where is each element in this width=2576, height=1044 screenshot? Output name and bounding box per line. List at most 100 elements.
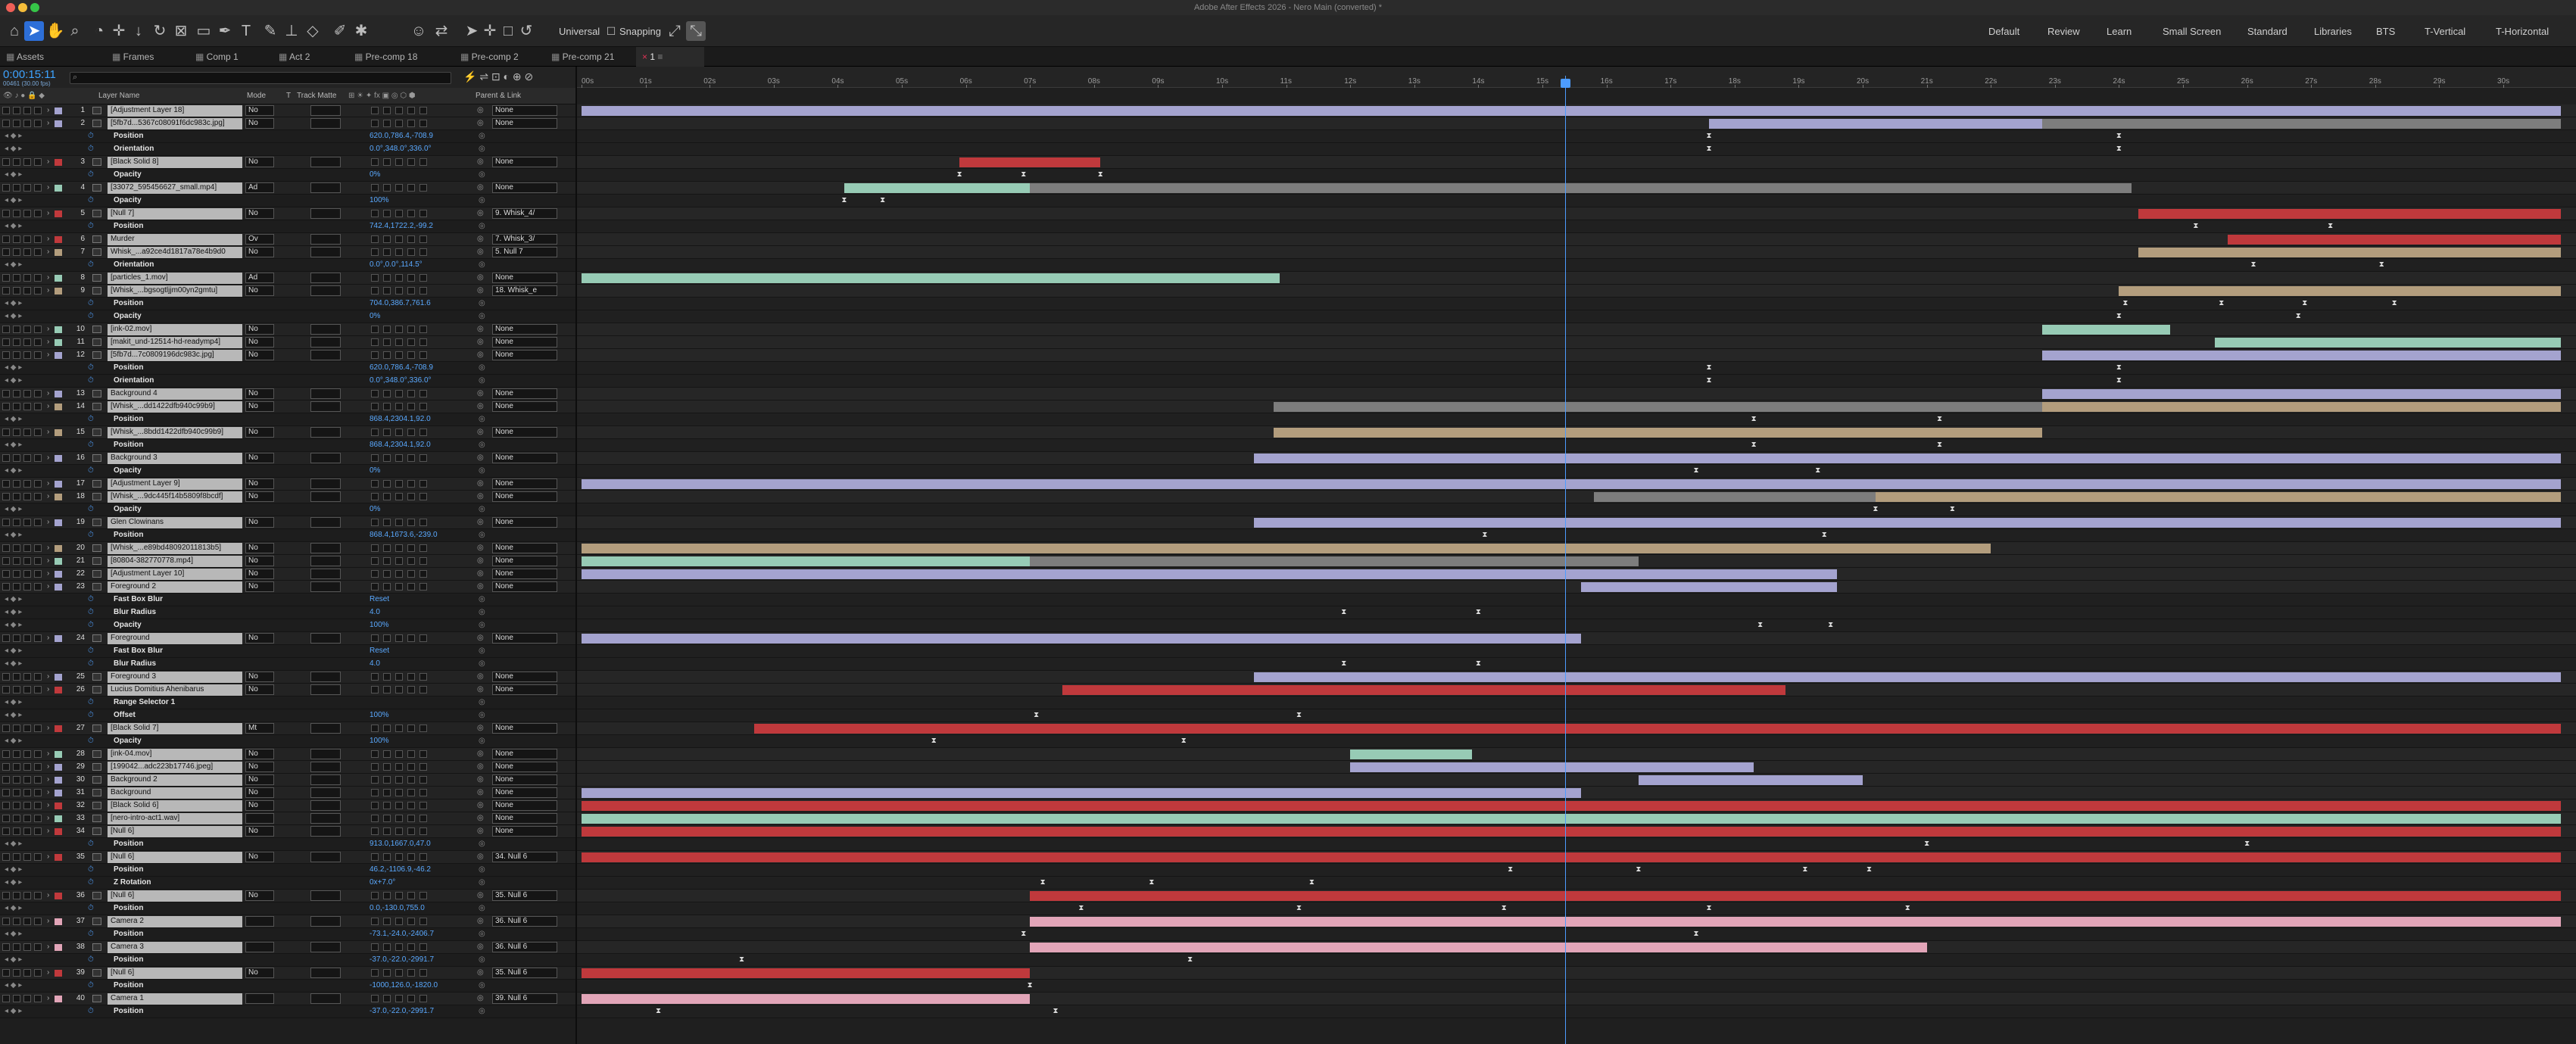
property-value[interactable]: 4.0 [370,658,380,670]
property-row[interactable]: ◂ ◆ ▸ ⏱ Blur Radius 4.0 ◎ [0,658,575,671]
track-matte-dropdown[interactable] [310,491,341,502]
parent-dropdown[interactable]: None [492,273,557,283]
keyframe-icon[interactable]: ⧗ [2390,300,2398,307]
lock-toggle[interactable] [34,480,42,488]
aud-toggle[interactable] [13,519,20,526]
timeline-switches-icon[interactable]: ⚡ ⇌ ⊡ ◐ ⊕ ⊘ [463,70,533,83]
property-track[interactable] [577,645,2576,658]
expression-icon[interactable]: ◎ [479,606,485,619]
aud-toggle[interactable] [13,235,20,243]
layer-switch[interactable] [407,557,415,565]
solo-toggle[interactable] [23,570,31,578]
blend-mode-dropdown[interactable]: No [245,581,274,592]
layer-row[interactable]: › 34 [Null 6] No ◎ None [0,825,575,838]
pickwhip-icon[interactable]: ◎ [477,349,484,361]
keyframe-icon[interactable]: ⧗ [2218,300,2225,307]
aud-toggle[interactable] [13,634,20,642]
keyframe-nav-icon[interactable]: ◂ ◆ ▸ [5,413,22,425]
keyframe-icon[interactable]: ⧗ [1692,467,1700,475]
expand-caret-icon[interactable]: › [47,542,49,554]
track-matte-dropdown[interactable] [310,826,341,837]
layer-switch[interactable] [383,390,391,397]
current-time-display[interactable]: 0:00:15:11 [3,68,56,81]
layer-switch[interactable] [419,725,427,732]
keyframe-icon[interactable]: ⧗ [1026,982,1034,989]
pickwhip-icon[interactable]: ◎ [477,941,484,953]
keyframe-icon[interactable]: ⧗ [1872,506,1879,513]
property-value[interactable]: 0% [370,503,380,516]
layer-row[interactable]: › 24 Foreground No ◎ None [0,632,575,645]
layer-duration-bar[interactable] [1273,402,2042,412]
property-row[interactable]: ◂ ◆ ▸ ⏱ Blur Radius 4.0 ◎ [0,606,575,619]
label-color-swatch[interactable] [55,918,62,925]
expand-caret-icon[interactable]: › [47,233,49,245]
keyframe-icon[interactable]: ⧗ [930,737,937,745]
aud-toggle[interactable] [13,995,20,1002]
layer-duration-bar[interactable] [1254,453,2562,463]
expression-icon[interactable]: ◎ [479,645,485,657]
expression-icon[interactable]: ◎ [479,877,485,889]
layer-name-header[interactable]: Layer Name [98,92,139,100]
layer-switch[interactable] [407,287,415,295]
pickwhip-icon[interactable]: ◎ [477,452,484,464]
visibility-toggle[interactable] [2,892,10,899]
layer-row[interactable]: › 38 Camera 3 ◎ 36. Null 6 [0,941,575,954]
layer-duration-bar[interactable] [1350,762,1754,772]
blend-mode-dropdown[interactable]: No [245,890,274,901]
stopwatch-icon[interactable]: ⏱ [88,413,94,425]
property-track[interactable]: ⧗ ⧗ ⧗ [577,169,2576,182]
layer-switch[interactable] [395,776,403,784]
parent-dropdown[interactable]: None [492,324,557,335]
layer-switch[interactable] [395,390,403,397]
visibility-toggle[interactable] [2,750,10,758]
lock-toggle[interactable] [34,274,42,282]
layer-switch[interactable] [395,583,403,591]
layer-switch[interactable] [419,158,427,166]
keyframe-nav-icon[interactable]: ◂ ◆ ▸ [5,928,22,940]
layer-duration-bar[interactable] [582,827,2562,837]
layer-duration-bar[interactable] [582,801,2562,811]
layer-switch[interactable] [371,918,379,925]
expand-caret-icon[interactable]: › [47,336,49,348]
layer-switch[interactable] [419,351,427,359]
expand-caret-icon[interactable]: › [47,117,49,129]
layer-switch[interactable] [371,995,379,1002]
pickwhip-icon[interactable]: ◎ [477,761,484,773]
lock-toggle[interactable] [34,184,42,192]
keyframe-icon[interactable]: ⧗ [1020,930,1028,938]
layer-switch[interactable] [383,827,391,835]
keyframe-icon[interactable]: ⧗ [1033,712,1040,719]
track-matte-dropdown[interactable] [310,543,341,553]
solo-toggle[interactable] [23,776,31,784]
property-track[interactable]: ⧗ ⧗ [577,439,2576,452]
label-color-swatch[interactable] [55,519,62,526]
layer-track[interactable] [577,748,2576,761]
keyframe-icon[interactable]: ⧗ [1948,506,1956,513]
layer-switch[interactable] [395,326,403,333]
pickwhip-icon[interactable]: ◎ [477,516,484,528]
lock-toggle[interactable] [34,248,42,256]
layer-track[interactable] [577,568,2576,581]
blend-mode-dropdown[interactable]: No [245,491,274,502]
layer-switch[interactable] [407,107,415,114]
lock-toggle[interactable] [34,918,42,925]
visibility-toggle[interactable] [2,827,10,835]
label-color-swatch[interactable] [55,828,62,835]
layer-switch[interactable] [383,789,391,796]
tab-act-2[interactable]: ▦ Act 2 [273,47,356,67]
pickwhip-icon[interactable]: ◎ [477,182,484,194]
layer-switch[interactable] [407,943,415,951]
visibility-toggle[interactable] [2,943,10,951]
solo-toggle[interactable] [23,853,31,861]
expand-caret-icon[interactable]: › [47,323,49,335]
aud-toggle[interactable] [13,454,20,462]
property-row[interactable]: ◂ ◆ ▸ ⏱ Position -73.1,-24.0,-2406.7 ◎ [0,928,575,941]
layer-switch[interactable] [419,969,427,977]
aud-toggle[interactable] [13,570,20,578]
parent-dropdown[interactable]: None [492,453,557,463]
layer-track[interactable] [577,323,2576,336]
property-value[interactable]: 100% [370,709,389,721]
visibility-toggle[interactable] [2,107,10,114]
property-value[interactable]: 0.0°,0.0°,114.5° [370,259,423,271]
track-matte-dropdown[interactable] [310,916,341,927]
